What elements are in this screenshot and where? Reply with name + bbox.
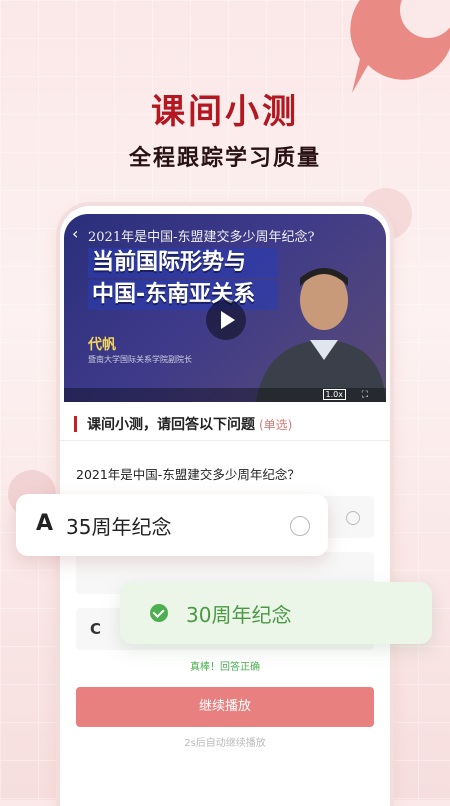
option-text: 35周年纪念: [66, 515, 172, 539]
option-correct-card[interactable]: 30周年纪念: [120, 582, 432, 644]
quiz-header: 课间小测，请回答以下问题 (单选): [74, 412, 390, 436]
headline-line-1: 当前国际形势与: [88, 248, 278, 278]
divider: [60, 440, 390, 441]
auto-continue-note: 2s后自动继续播放: [184, 738, 266, 749]
quiz-accent-bar: [74, 416, 77, 432]
video-player[interactable]: ‹ 2021年是中国-东盟建交多少周年纪念? 当前国际形势与 中国-东南亚关系 …: [64, 214, 386, 402]
quiz-title: 课间小测，请回答以下问题: [87, 417, 255, 433]
play-icon[interactable]: [206, 300, 246, 340]
radio-icon: [290, 516, 310, 536]
radio-icon: [346, 511, 360, 525]
fullscreen-icon[interactable]: ⛶: [362, 390, 368, 400]
page-subtitle: 全程跟踪学习质量: [128, 146, 321, 171]
answer-feedback: 真棒！回答正确: [190, 662, 260, 673]
option-letter: A: [36, 511, 54, 536]
page-title: 课间小测: [151, 92, 299, 132]
option-text: 30周年纪念: [186, 603, 292, 627]
video-headline: 当前国际形势与 中国-东南亚关系: [88, 248, 278, 312]
quiz-type-tag: (单选): [259, 417, 293, 432]
continue-button[interactable]: 继续播放: [76, 687, 374, 727]
option-letter: C: [90, 620, 102, 638]
speaker-portrait: [256, 268, 386, 402]
headline-line-2: 中国-东南亚关系: [88, 280, 278, 310]
option-a-card[interactable]: A 35周年纪念: [16, 494, 328, 556]
back-arrow-icon[interactable]: ‹: [72, 224, 78, 243]
speaker-title: 暨南大学国际关系学院副院长: [88, 355, 192, 364]
check-icon: [150, 604, 168, 622]
playback-speed-button[interactable]: 1.0x: [322, 389, 346, 400]
quiz-question: 2021年是中国-东盟建交多少周年纪念？: [76, 467, 300, 482]
speaker-name: 代帆: [88, 337, 116, 353]
